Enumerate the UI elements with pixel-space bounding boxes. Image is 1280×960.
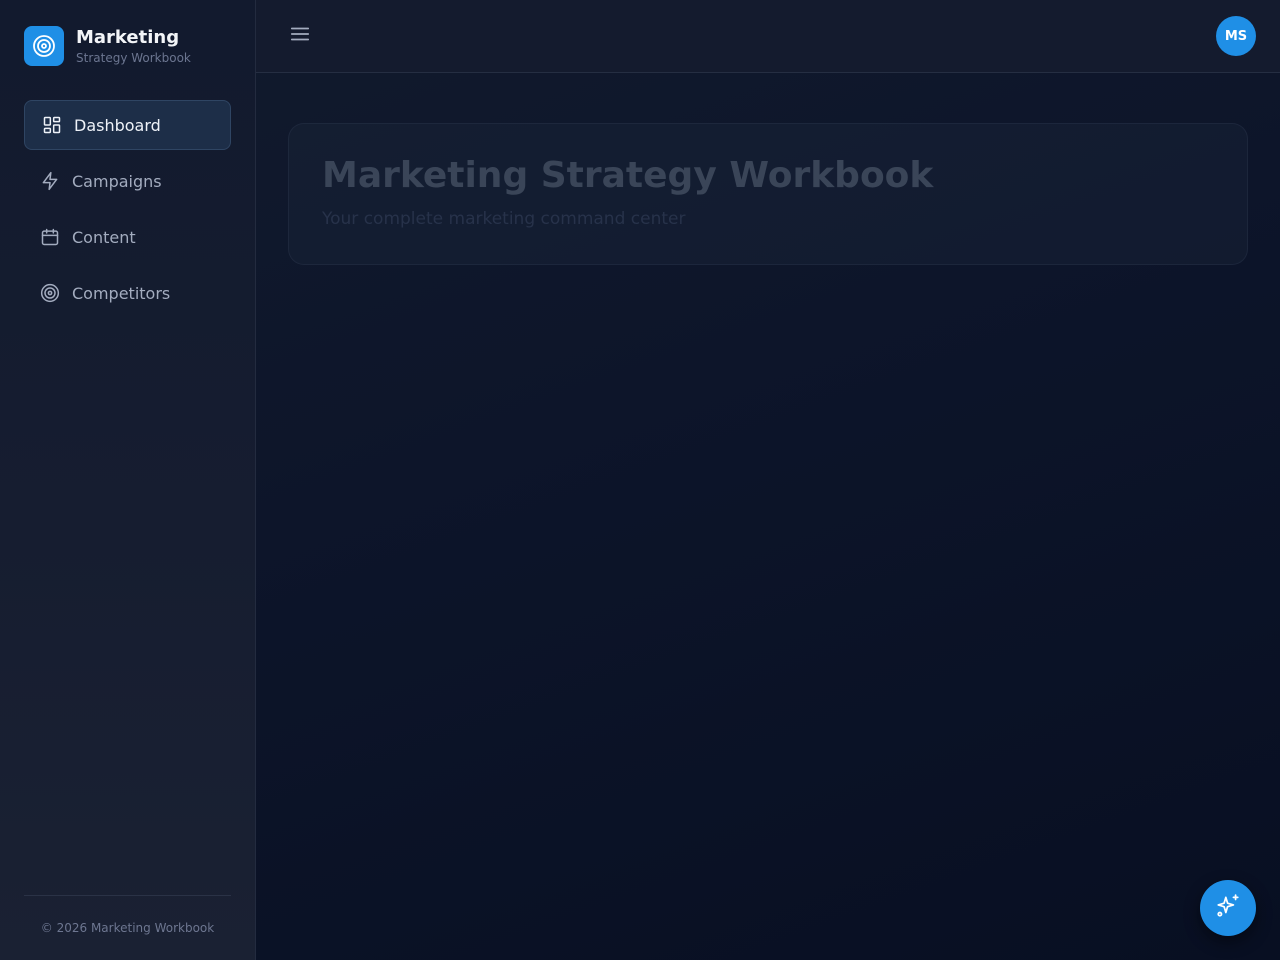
sidebar-item-label: Dashboard bbox=[74, 115, 161, 135]
page-subtitle: Your complete marketing command center bbox=[322, 209, 686, 229]
sidebar-item-label: Campaigns bbox=[72, 171, 162, 191]
target-icon bbox=[40, 283, 60, 303]
hero-card: Marketing Strategy Workbook Your complet… bbox=[288, 123, 1248, 265]
sidebar-footer: © 2026 Marketing Workbook bbox=[24, 895, 231, 960]
sidebar: Marketing Strategy Workbook Dashboard Ca… bbox=[0, 0, 256, 960]
sidebar-item-competitors[interactable]: Competitors bbox=[24, 268, 231, 318]
hamburger-menu-icon bbox=[289, 23, 311, 49]
avatar[interactable]: MS bbox=[1216, 16, 1256, 56]
sparkles-icon bbox=[1215, 893, 1241, 923]
sidebar-item-campaigns[interactable]: Campaigns bbox=[24, 156, 231, 206]
sidebar-item-dashboard[interactable]: Dashboard bbox=[24, 100, 231, 150]
lightning-icon bbox=[40, 171, 60, 191]
copyright-text: © 2026 Marketing Workbook bbox=[40, 921, 215, 935]
menu-toggle-button[interactable] bbox=[288, 24, 312, 48]
dashboard-icon bbox=[42, 115, 62, 135]
sidebar-nav: Dashboard Campaigns Content Competitors bbox=[24, 100, 231, 324]
sidebar-item-content[interactable]: Content bbox=[24, 212, 231, 262]
brand-text: Marketing Strategy Workbook bbox=[76, 27, 191, 66]
ai-assistant-button[interactable] bbox=[1200, 880, 1256, 936]
app-root: Marketing Strategy Workbook Dashboard Ca… bbox=[0, 0, 1280, 960]
target-icon bbox=[24, 26, 64, 66]
main-area: MS Marketing Strategy Workbook Your comp… bbox=[256, 0, 1280, 960]
sidebar-item-label: Content bbox=[72, 227, 136, 247]
brand[interactable]: Marketing Strategy Workbook bbox=[24, 26, 191, 66]
brand-title: Marketing bbox=[76, 26, 180, 48]
brand-subtitle: Strategy Workbook bbox=[76, 50, 191, 65]
top-bar: MS bbox=[256, 0, 1280, 73]
page-title: Marketing Strategy Workbook bbox=[322, 155, 934, 196]
calendar-icon bbox=[40, 227, 60, 247]
sidebar-item-label: Competitors bbox=[72, 283, 171, 303]
